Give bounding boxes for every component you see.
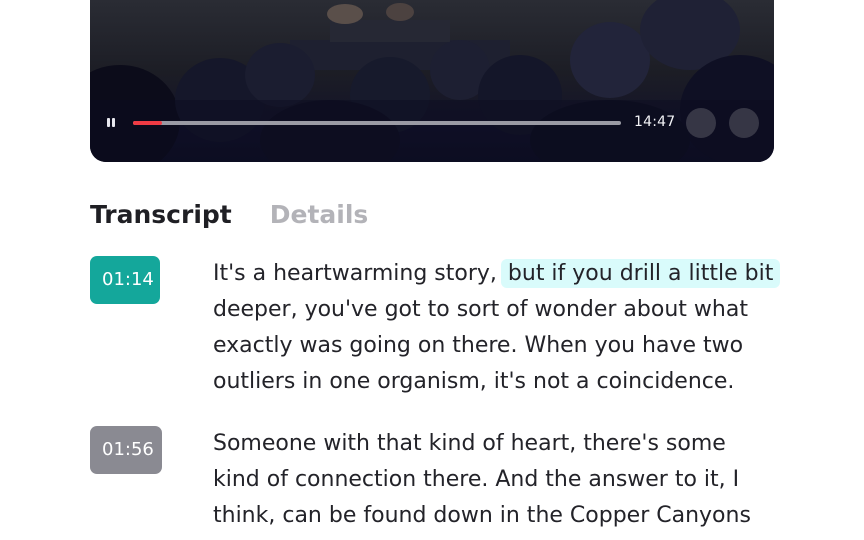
transcript-text-part: It's a heartwarming story, <box>213 261 504 286</box>
transcript-line: kind of connection there. And the answer… <box>213 467 740 492</box>
transcript-line: exactly was going on there. When you hav… <box>213 333 744 358</box>
fullscreen-button[interactable] <box>729 108 759 138</box>
transcript-line: outliers in one organism, it's not a coi… <box>213 369 735 394</box>
settings-button[interactable] <box>686 108 716 138</box>
tab-transcript[interactable]: Transcript <box>90 198 232 234</box>
transcript-text[interactable]: Someone with that kind of heart, there's… <box>213 426 793 534</box>
transcript-text[interactable]: It's a heartwarming story, but if you dr… <box>213 256 793 400</box>
player-controls: 14:47 <box>90 104 774 142</box>
timestamp-button[interactable]: 01:14 <box>90 256 160 304</box>
pause-icon[interactable] <box>104 116 118 130</box>
tab-bar: Transcript Details <box>90 198 368 234</box>
progress-bar[interactable] <box>133 121 621 125</box>
progress-fill <box>133 121 163 125</box>
tab-details[interactable]: Details <box>270 198 369 234</box>
transcript-line: Someone with that kind of heart, there's… <box>213 431 726 456</box>
transcript-line: deeper, you've got to sort of wonder abo… <box>213 297 748 322</box>
timestamp-button[interactable]: 01:56 <box>90 426 162 474</box>
time-remaining: 14:47 <box>634 114 676 130</box>
video-player[interactable]: 14:47 <box>90 0 774 162</box>
highlighted-phrase: but if you drill a little bit <box>500 259 781 288</box>
transcript-line: think, can be found down in the Copper C… <box>213 503 751 528</box>
